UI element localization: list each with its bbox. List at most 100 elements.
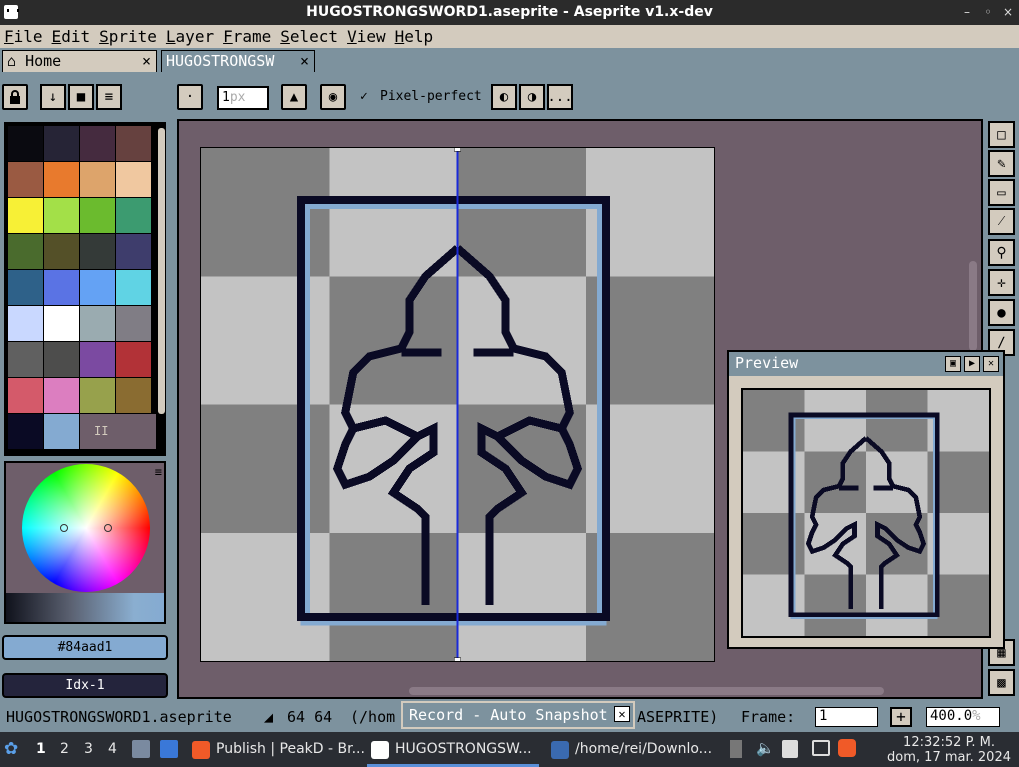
symmetry-vertical-button[interactable]: ◐ bbox=[491, 84, 517, 110]
tab-home[interactable]: ⌂ Home × bbox=[2, 50, 157, 72]
palette-swatch[interactable] bbox=[8, 162, 43, 197]
menu-frame[interactable]: Frame bbox=[222, 25, 277, 48]
sort-palette-button[interactable]: ↓ bbox=[40, 84, 66, 110]
eraser-tool-button[interactable]: ▭ bbox=[988, 179, 1015, 206]
wheel-menu-icon[interactable]: ≡ bbox=[155, 465, 162, 479]
palette-swatch[interactable] bbox=[80, 162, 115, 197]
tab-sprite-close-icon[interactable]: × bbox=[300, 52, 309, 70]
ink-type-button[interactable]: ▲ bbox=[281, 84, 307, 110]
palette-options-button[interactable]: ≡ bbox=[96, 84, 122, 110]
wheel-picker-marker[interactable] bbox=[104, 524, 112, 532]
palette-swatch[interactable] bbox=[80, 306, 115, 341]
new-frame-button[interactable]: + bbox=[890, 707, 912, 727]
preview-close-button[interactable]: ✕ bbox=[983, 356, 999, 372]
preview-center-button[interactable]: ▣ bbox=[945, 356, 961, 372]
palette-swatch[interactable] bbox=[8, 270, 43, 305]
lock-palette-button[interactable] bbox=[2, 84, 28, 110]
menu-edit[interactable]: Edit bbox=[51, 25, 97, 48]
palette-swatch[interactable] bbox=[116, 378, 151, 413]
file-manager-icon[interactable] bbox=[132, 740, 150, 758]
palette-swatch[interactable] bbox=[80, 126, 115, 161]
record-close-icon[interactable]: ✕ bbox=[614, 706, 630, 722]
opacity-button[interactable]: ◉ bbox=[320, 84, 346, 110]
zoom-input[interactable]: 400.0% bbox=[926, 707, 1000, 727]
palette-presets-button[interactable]: ■ bbox=[68, 84, 94, 110]
palette-swatch[interactable] bbox=[44, 162, 79, 197]
frame-number-input[interactable]: 1 bbox=[815, 707, 878, 727]
preview-window[interactable]: Preview ▣ ▶ ✕ bbox=[727, 350, 1005, 649]
update-icon[interactable] bbox=[730, 740, 742, 758]
zoom-tool-button[interactable]: ⚲ bbox=[988, 239, 1015, 266]
menu-file[interactable]: File bbox=[3, 25, 49, 48]
symmetry-horizontal-button[interactable]: ◑ bbox=[519, 84, 545, 110]
preview-play-button[interactable]: ▶ bbox=[964, 356, 980, 372]
palette-swatch[interactable] bbox=[44, 342, 79, 377]
menu-sprite[interactable]: Sprite bbox=[98, 25, 163, 48]
fill-tool-button[interactable]: ● bbox=[988, 299, 1015, 326]
palette-swatch[interactable] bbox=[80, 234, 115, 269]
menu-layer[interactable]: Layer bbox=[165, 25, 220, 48]
palette-swatch[interactable] bbox=[80, 270, 115, 305]
editor-horizontal-scrollbar[interactable] bbox=[409, 687, 884, 695]
menu-view[interactable]: View bbox=[346, 25, 392, 48]
palette-swatch[interactable] bbox=[116, 342, 151, 377]
task-aseprite[interactable]: HUGOSTRONGSW... bbox=[365, 735, 538, 765]
palette-swatch[interactable] bbox=[116, 198, 151, 233]
palette-swatch[interactable] bbox=[8, 414, 43, 449]
palette-scrollbar[interactable] bbox=[158, 128, 165, 414]
display-icon[interactable] bbox=[812, 740, 830, 756]
palette-swatch[interactable] bbox=[116, 126, 151, 161]
symmetry-options-button[interactable]: ... bbox=[547, 84, 573, 110]
palette-swatch[interactable] bbox=[116, 162, 151, 197]
color-wheel[interactable] bbox=[22, 464, 150, 592]
preview-titlebar[interactable]: Preview ▣ ▶ ✕ bbox=[729, 352, 1003, 376]
palette-swatch[interactable] bbox=[44, 378, 79, 413]
menu-select[interactable]: Select bbox=[279, 25, 344, 48]
color-index-field[interactable]: Idx-1 bbox=[2, 673, 168, 698]
minimize-button[interactable]: – bbox=[960, 5, 974, 19]
tab-home-close-icon[interactable]: × bbox=[142, 52, 151, 70]
palette-swatch[interactable] bbox=[8, 126, 43, 161]
move-tool-button[interactable]: ✛ bbox=[988, 269, 1015, 296]
palette-swatch[interactable] bbox=[116, 306, 151, 341]
volume-icon[interactable]: 🔈 bbox=[756, 739, 775, 757]
palette-swatch[interactable] bbox=[80, 378, 115, 413]
palette-swatch[interactable] bbox=[8, 198, 43, 233]
start-menu-icon[interactable]: ✿ bbox=[4, 739, 18, 759]
tab-sprite-file[interactable]: HUGOSTRONGSW × bbox=[161, 50, 315, 72]
wheel-picker-marker[interactable] bbox=[60, 524, 68, 532]
eyedropper-tool-button[interactable]: ⁄ bbox=[988, 208, 1015, 235]
menu-help[interactable]: Help bbox=[394, 25, 440, 48]
palette-swatch[interactable] bbox=[116, 234, 151, 269]
close-window-button[interactable]: × bbox=[1001, 5, 1015, 19]
palette-swatch[interactable] bbox=[44, 198, 79, 233]
palette-swatch[interactable] bbox=[44, 270, 79, 305]
sprite-canvas[interactable] bbox=[200, 144, 715, 665]
desktop-icon[interactable] bbox=[160, 740, 178, 758]
palette-swatch[interactable] bbox=[80, 198, 115, 233]
palette-swatch[interactable] bbox=[44, 126, 79, 161]
pixel-perfect-checkbox[interactable]: ✓ Pixel-perfect bbox=[360, 89, 482, 104]
hex-color-field[interactable]: #84aad1 bbox=[2, 635, 168, 660]
workspace-4[interactable]: 4 bbox=[108, 741, 117, 757]
maximize-button[interactable]: ◦ bbox=[981, 5, 995, 19]
workspace-3[interactable]: 3 bbox=[84, 741, 93, 757]
editor-vertical-scrollbar[interactable] bbox=[969, 261, 977, 351]
palette-swatch[interactable] bbox=[80, 342, 115, 377]
palette-swatch[interactable] bbox=[8, 306, 43, 341]
layers-button[interactable]: ▩ bbox=[988, 669, 1015, 696]
marquee-tool-button[interactable]: □ bbox=[988, 121, 1015, 148]
task-terminal[interactable]: /home/rei/Downlo... bbox=[545, 735, 718, 765]
pencil-tool-button[interactable]: ✎ bbox=[988, 150, 1015, 177]
task-browser[interactable]: Publish | PeakD - Br... bbox=[186, 735, 371, 765]
record-snapshot-popup[interactable]: Record - Auto Snapshot ✕ bbox=[401, 701, 635, 729]
palette-swatch[interactable] bbox=[116, 270, 151, 305]
palette-swatch[interactable] bbox=[8, 378, 43, 413]
shade-gradient-strip[interactable] bbox=[6, 593, 164, 622]
brush-size-input[interactable]: 1px bbox=[217, 86, 269, 110]
brush-type-button[interactable]: · bbox=[177, 84, 203, 110]
palette-swatch[interactable] bbox=[8, 342, 43, 377]
workspace-2[interactable]: 2 bbox=[60, 741, 69, 757]
palette-empty-slot[interactable]: II bbox=[80, 414, 156, 449]
palette-swatch[interactable] bbox=[44, 414, 79, 449]
